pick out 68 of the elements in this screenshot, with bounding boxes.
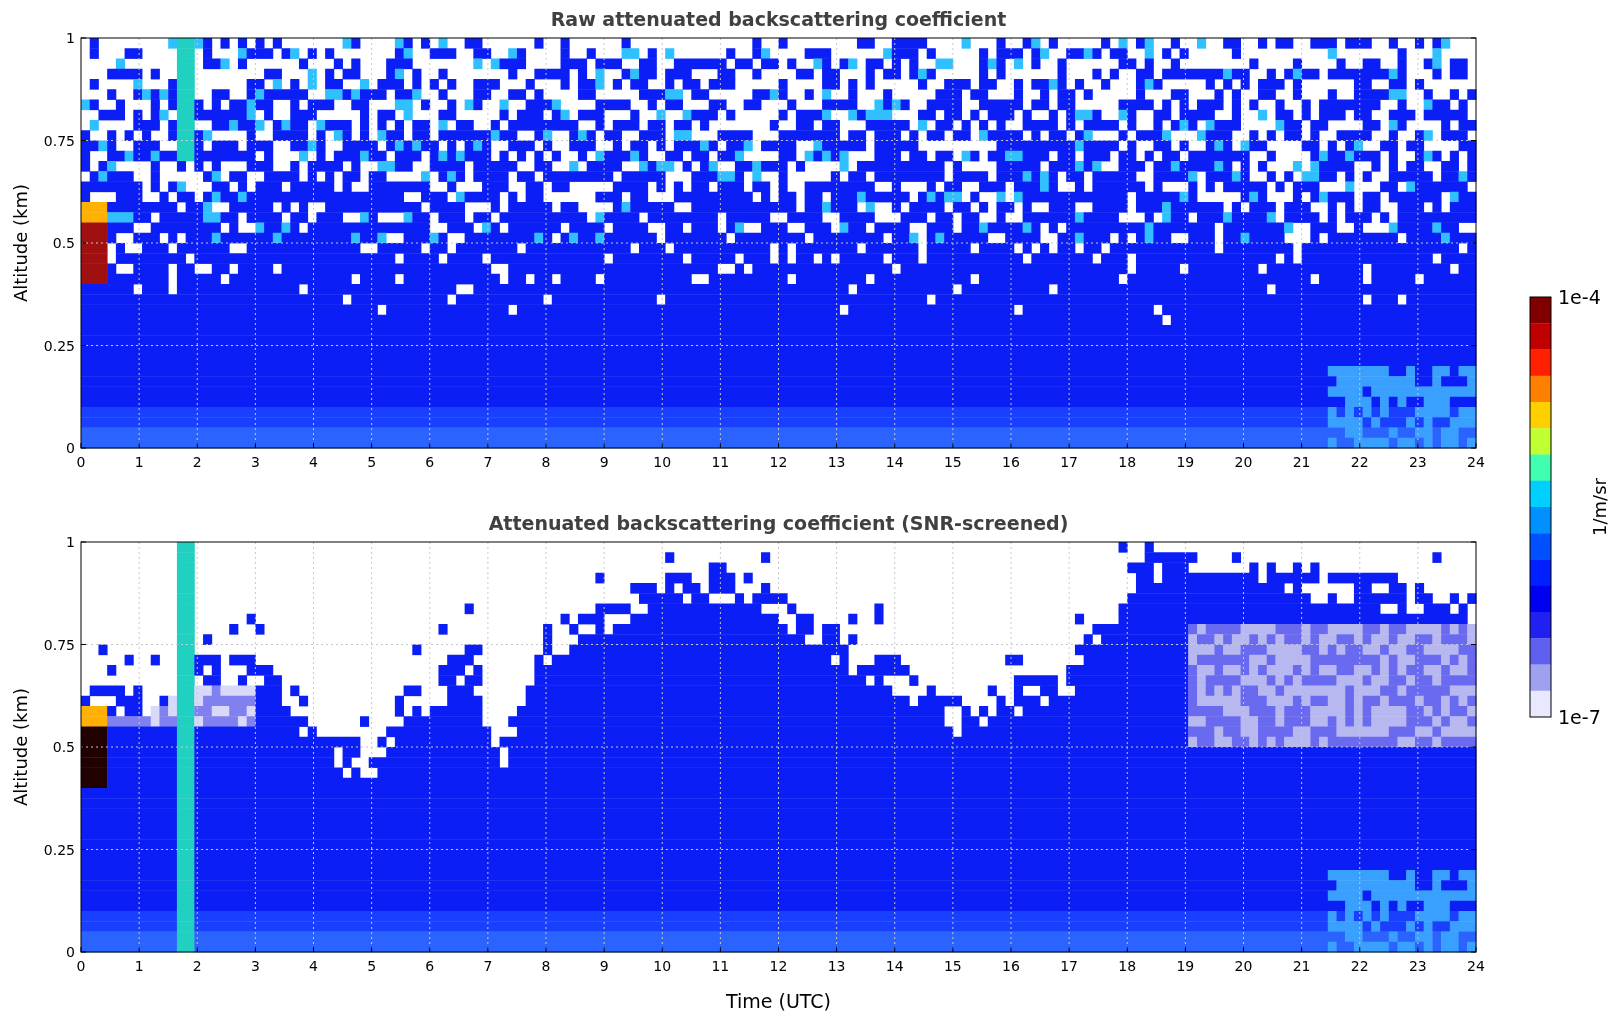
x-tick-label: 3	[250, 958, 260, 974]
x-tick-label: 10	[653, 958, 672, 974]
x-tick-label: 2	[192, 454, 202, 470]
y-tick-label: 0.5	[52, 739, 75, 755]
colorbar-max-label: 1e-4	[1558, 286, 1601, 308]
x-tick-label: 3	[250, 454, 260, 470]
x-tick-label: 4	[309, 958, 318, 974]
x-tick-label: 0	[76, 958, 86, 974]
x-tick-label: 24	[1467, 958, 1485, 974]
x-tick-label: 21	[1292, 958, 1311, 974]
y-axis-label: Altitude (km)	[10, 183, 31, 303]
y-axis-label: Altitude (km)	[10, 687, 31, 807]
x-tick-label: 4	[309, 454, 318, 470]
x-tick-label: 0	[76, 454, 86, 470]
x-tick-label: 22	[1350, 958, 1369, 974]
x-tick-label: 8	[541, 958, 551, 974]
colorbar-label: 1/m/sr	[1589, 478, 1610, 536]
x-tick-label: 23	[1408, 454, 1427, 470]
x-tick-label: 17	[1060, 454, 1079, 470]
x-tick-label: 6	[425, 958, 435, 974]
plot-title: Attenuated backscattering coefficient (SNR-screened)	[488, 512, 1069, 534]
x-tick-label: 11	[711, 454, 730, 470]
x-tick-label: 2	[192, 958, 202, 974]
y-tick-label: 0	[66, 440, 75, 456]
x-axis-label: Time (UTC)	[726, 990, 831, 1012]
x-tick-label: 19	[1176, 454, 1195, 470]
x-tick-label: 15	[943, 454, 962, 470]
x-tick-label: 18	[1118, 958, 1137, 974]
y-tick-label: 0.5	[52, 235, 75, 251]
x-tick-label: 19	[1176, 958, 1195, 974]
x-tick-label: 5	[367, 958, 377, 974]
x-tick-label: 14	[885, 958, 904, 974]
plot-title: Raw attenuated backscattering coefficient	[550, 8, 1007, 30]
x-tick-label: 12	[769, 454, 788, 470]
x-tick-label: 11	[711, 958, 730, 974]
x-tick-label: 1	[134, 958, 144, 974]
x-tick-label: 9	[599, 454, 609, 470]
y-tick-label: 0.25	[43, 841, 75, 858]
x-tick-label: 16	[1002, 454, 1020, 470]
x-tick-label: 8	[541, 454, 551, 470]
x-tick-label: 9	[599, 958, 609, 974]
x-tick-label: 22	[1350, 454, 1369, 470]
x-tick-label: 1	[134, 454, 144, 470]
x-tick-label: 18	[1118, 454, 1137, 470]
x-tick-label: 10	[653, 454, 672, 470]
x-tick-label: 7	[483, 454, 493, 470]
y-tick-label: 1	[66, 30, 75, 46]
x-tick-label: 24	[1467, 454, 1485, 470]
x-tick-label: 21	[1292, 454, 1311, 470]
y-tick-label: 0.75	[43, 636, 75, 653]
x-tick-label: 12	[769, 958, 788, 974]
x-tick-label: 5	[367, 454, 377, 470]
x-tick-label: 23	[1408, 958, 1427, 974]
x-tick-label: 15	[943, 958, 962, 974]
y-tick-label: 0	[66, 944, 75, 960]
x-tick-label: 13	[827, 454, 846, 470]
x-tick-label: 16	[1002, 958, 1020, 974]
x-tick-label: 6	[425, 454, 435, 470]
y-tick-label: 0.25	[43, 337, 75, 354]
x-tick-label: 20	[1234, 958, 1253, 974]
colorbar-min-label: 1e-7	[1558, 706, 1601, 728]
x-tick-label: 14	[885, 454, 904, 470]
x-tick-label: 17	[1060, 958, 1079, 974]
x-tick-label: 7	[483, 958, 493, 974]
x-tick-label: 20	[1234, 454, 1253, 470]
y-tick-label: 1	[66, 534, 75, 550]
x-tick-label: 13	[827, 958, 846, 974]
y-tick-label: 0.75	[43, 132, 75, 149]
